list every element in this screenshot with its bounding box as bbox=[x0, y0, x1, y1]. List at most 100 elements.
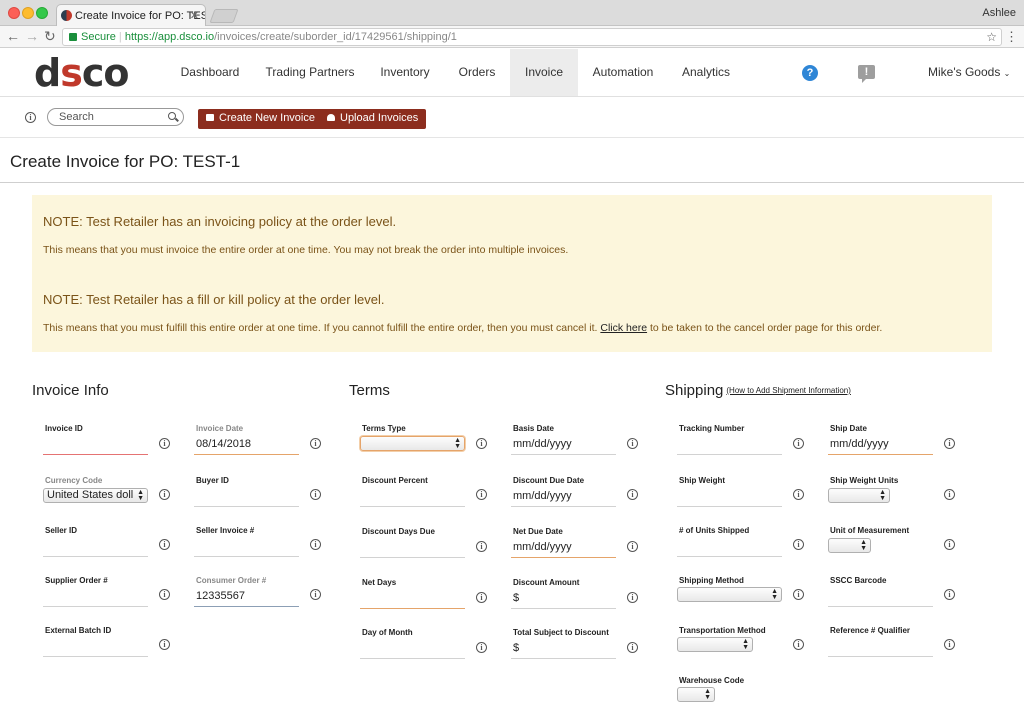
info-icon[interactable]: i bbox=[944, 589, 955, 600]
day-of-month-input[interactable] bbox=[360, 642, 465, 659]
close-icon[interactable]: ✕ bbox=[190, 9, 199, 22]
minimize-window-button[interactable] bbox=[22, 7, 34, 19]
create-new-invoice-button[interactable]: Create New Invoice bbox=[198, 109, 323, 129]
search-icon[interactable] bbox=[168, 112, 176, 120]
basis-date-input[interactable]: mm/dd/yyyy bbox=[511, 438, 616, 455]
total-subject-discount-input[interactable]: $ bbox=[511, 642, 616, 659]
nav-dashboard[interactable]: Dashboard bbox=[170, 49, 250, 96]
info-icon[interactable]: i bbox=[159, 539, 170, 550]
seller-id-input[interactable] bbox=[43, 540, 148, 557]
net-due-date-input[interactable]: mm/dd/yyyy bbox=[511, 541, 616, 558]
info-icon[interactable]: i bbox=[944, 438, 955, 449]
nav-orders[interactable]: Orders bbox=[448, 49, 506, 96]
warehouse-code-select[interactable]: ▲ ▼ bbox=[677, 687, 715, 702]
nav-automation[interactable]: Automation bbox=[584, 49, 662, 96]
discount-due-date-input[interactable]: mm/dd/yyyy bbox=[511, 490, 616, 507]
info-icon[interactable]: i bbox=[476, 592, 487, 603]
info-icon[interactable]: i bbox=[627, 592, 638, 603]
reference-qualifier-input[interactable] bbox=[828, 640, 933, 657]
info-icon[interactable]: i bbox=[25, 112, 36, 123]
ship-weight-units-select[interactable]: ▲ ▼ bbox=[828, 488, 890, 503]
discount-amount-input[interactable]: $ bbox=[511, 592, 616, 609]
new-tab-button[interactable] bbox=[209, 9, 239, 23]
discount-days-due-input[interactable] bbox=[360, 541, 465, 558]
info-icon[interactable]: i bbox=[793, 639, 804, 650]
info-icon[interactable]: i bbox=[944, 489, 955, 500]
chevron-down-icon: ⌄ bbox=[1003, 69, 1011, 78]
info-icon[interactable]: i bbox=[310, 438, 321, 449]
units-shipped-input[interactable] bbox=[677, 540, 782, 557]
reload-icon[interactable]: ↻ bbox=[44, 28, 56, 45]
url-field[interactable]: Secure | https://app.dsco.io/invoices/cr… bbox=[62, 28, 1002, 46]
external-batch-input[interactable] bbox=[43, 640, 148, 657]
help-icon[interactable]: ? bbox=[802, 65, 818, 81]
info-icon[interactable]: i bbox=[627, 438, 638, 449]
note-heading-invoicing: NOTE: Test Retailer has an invoicing pol… bbox=[43, 214, 397, 229]
account-menu[interactable]: Mike's Goods ⌄ bbox=[928, 49, 1010, 96]
upload-invoices-button[interactable]: Upload Invoices bbox=[319, 109, 427, 129]
info-icon[interactable]: i bbox=[159, 589, 170, 600]
net-days-field: Net Days bbox=[360, 578, 465, 614]
forward-arrow-icon[interactable]: → bbox=[25, 28, 39, 44]
browser-tab[interactable]: Create Invoice for PO: TEST-1 ✕ bbox=[56, 4, 206, 27]
unit-of-measurement-select[interactable]: ▲ ▼ bbox=[828, 538, 871, 553]
total-subject-discount-field: Total Subject to Discount $ bbox=[511, 628, 616, 664]
dsco-logo[interactable]: dsco bbox=[34, 52, 129, 94]
info-icon[interactable]: i bbox=[159, 639, 170, 650]
info-icon[interactable]: i bbox=[159, 489, 170, 500]
nav-trading-partners[interactable]: Trading Partners bbox=[258, 49, 362, 96]
info-icon[interactable]: i bbox=[793, 489, 804, 500]
nav-analytics[interactable]: Analytics bbox=[672, 49, 740, 96]
currency-code-field: Currency Code United States doll ▲ ▼ bbox=[43, 476, 148, 512]
info-icon[interactable]: i bbox=[793, 539, 804, 550]
info-icon[interactable]: i bbox=[627, 489, 638, 500]
discount-percent-input[interactable] bbox=[360, 490, 465, 507]
info-icon[interactable]: i bbox=[310, 489, 321, 500]
transportation-method-field: Transportation Method ▲ ▼ bbox=[677, 626, 766, 652]
info-icon[interactable]: i bbox=[310, 539, 321, 550]
nav-inventory[interactable]: Inventory bbox=[370, 49, 440, 96]
supplier-order-input[interactable] bbox=[43, 590, 148, 607]
ship-date-input[interactable]: mm/dd/yyyy bbox=[828, 438, 933, 455]
url-path: /invoices/create/suborder_id/17429561/sh… bbox=[214, 31, 457, 43]
info-icon[interactable]: i bbox=[476, 642, 487, 653]
search-input[interactable]: Search bbox=[47, 108, 184, 126]
info-icon[interactable]: i bbox=[944, 639, 955, 650]
terms-type-select[interactable]: ▲ ▼ bbox=[360, 436, 465, 451]
shipping-method-select[interactable]: ▲ ▼ bbox=[677, 587, 782, 602]
page-title: Create Invoice for PO: TEST-1 bbox=[10, 152, 241, 171]
transportation-method-select[interactable]: ▲ ▼ bbox=[677, 637, 753, 652]
invoice-id-input[interactable] bbox=[43, 438, 148, 455]
info-icon[interactable]: i bbox=[627, 642, 638, 653]
info-icon[interactable]: i bbox=[159, 438, 170, 449]
net-days-input[interactable] bbox=[360, 592, 465, 609]
star-icon[interactable]: ☆ bbox=[986, 30, 997, 44]
menu-dots-icon[interactable]: ⋮ bbox=[1005, 29, 1018, 45]
consumer-order-input[interactable]: 12335567 bbox=[194, 590, 299, 607]
info-icon[interactable]: i bbox=[476, 438, 487, 449]
cancel-order-link[interactable]: Click here bbox=[600, 322, 647, 334]
info-icon[interactable]: i bbox=[476, 541, 487, 552]
currency-code-select[interactable]: United States doll ▲ ▼ bbox=[43, 488, 148, 503]
shipment-help-link[interactable]: (How to Add Shipment Information) bbox=[726, 386, 851, 395]
invoice-date-input[interactable]: 08/14/2018 bbox=[194, 438, 299, 455]
ship-weight-input[interactable] bbox=[677, 490, 782, 507]
info-icon[interactable]: i bbox=[310, 589, 321, 600]
alert-icon[interactable]: ! bbox=[858, 65, 875, 83]
info-icon[interactable]: i bbox=[793, 589, 804, 600]
sscc-barcode-input[interactable] bbox=[828, 590, 933, 607]
zoom-window-button[interactable] bbox=[36, 7, 48, 19]
back-arrow-icon[interactable]: ← bbox=[6, 28, 20, 44]
info-icon[interactable]: i bbox=[944, 539, 955, 550]
buyer-id-input[interactable] bbox=[194, 490, 299, 507]
seller-invoice-input[interactable] bbox=[194, 540, 299, 557]
info-icon[interactable]: i bbox=[476, 489, 487, 500]
info-icon[interactable]: i bbox=[793, 438, 804, 449]
basis-date-field: Basis Date mm/dd/yyyy bbox=[511, 424, 616, 460]
browser-user[interactable]: Ashlee bbox=[982, 7, 1016, 19]
info-icon[interactable]: i bbox=[627, 541, 638, 552]
tracking-number-input[interactable] bbox=[677, 438, 782, 455]
favicon-icon bbox=[61, 10, 72, 21]
nav-invoice[interactable]: Invoice bbox=[510, 49, 578, 96]
close-window-button[interactable] bbox=[8, 7, 20, 19]
